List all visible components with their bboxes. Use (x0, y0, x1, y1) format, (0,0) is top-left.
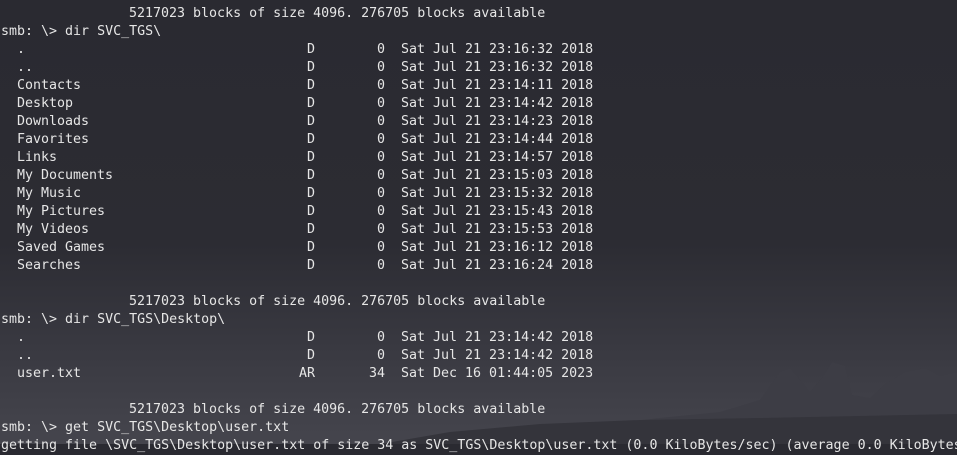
listing-row: Favorites D 0 Sat Jul 21 23:14:44 2018 (1, 131, 957, 149)
entry-attr: D (306, 240, 315, 255)
entry-attr: D (306, 114, 315, 129)
entry-size: 0 (376, 186, 385, 201)
entry-size: 0 (376, 78, 385, 93)
entry-size: 34 (368, 366, 385, 381)
entry-size: 0 (376, 222, 385, 237)
entry-date: Sat Jul 21 23:14:11 2018 (401, 78, 594, 93)
listing-row: .. D 0 Sat Jul 21 23:14:42 2018 (1, 347, 957, 365)
entry-date: Sat Jul 21 23:16:24 2018 (401, 258, 594, 273)
listing-row: Downloads D 0 Sat Jul 21 23:14:23 2018 (1, 113, 957, 131)
entry-date: Sat Dec 16 01:44:05 2023 (401, 366, 594, 381)
listing-row: My Music D 0 Sat Jul 21 23:15:32 2018 (1, 185, 957, 203)
command-line: smb: \> dir SVC_TGS\ (1, 23, 957, 41)
prompt: smb: \> (1, 312, 66, 327)
entry-name: . (17, 330, 26, 345)
entry-attr: D (306, 78, 315, 93)
entry-size: 0 (376, 60, 385, 75)
entry-date: Sat Jul 21 23:16:32 2018 (401, 60, 594, 75)
listing-row: My Videos D 0 Sat Jul 21 23:15:53 2018 (1, 221, 957, 239)
entry-size: 0 (376, 42, 385, 57)
entry-name: Searches (17, 258, 82, 273)
entry-name: Desktop (17, 96, 74, 111)
entry-attr: D (306, 222, 315, 237)
prompt: smb: \> (1, 420, 66, 435)
entry-size: 0 (376, 258, 385, 273)
command: dir SVC_TGS\ (65, 24, 162, 39)
command: dir SVC_TGS\Desktop\ (65, 312, 226, 327)
entry-attr: D (306, 60, 315, 75)
blocks-info-line: 5217023 blocks of size 4096. 276705 bloc… (129, 6, 546, 21)
entry-name: My Documents (17, 168, 114, 183)
entry-name: Links (17, 150, 58, 165)
entry-name: user.txt (17, 366, 82, 381)
entry-date: Sat Jul 21 23:14:23 2018 (401, 114, 594, 129)
entry-name: Downloads (17, 114, 90, 129)
directory-listing: . D 0 Sat Jul 21 23:14:42 2018.. D 0 Sat Jul 2… (1, 329, 957, 383)
entry-attr: D (306, 132, 315, 147)
command-line: smb: \> dir SVC_TGS\Desktop\ (1, 311, 957, 329)
blocks-info-line: 5217023 blocks of size 4096. 276705 bloc… (129, 402, 546, 417)
listing-row: Contacts D 0 Sat Jul 21 23:14:11 2018 (1, 77, 957, 95)
entry-attr: D (306, 168, 315, 183)
listing-row: Saved Games D 0 Sat Jul 21 23:16:12 2018 (1, 239, 957, 257)
listing-row: .. D 0 Sat Jul 21 23:16:32 2018 (1, 59, 957, 77)
command-line: smb: \> get SVC_TGS\Desktop\user.txt (1, 419, 957, 437)
entry-attr: D (306, 330, 315, 345)
terminal-output: 5217023 blocks of size 4096. 276705 bloc… (1, 5, 957, 455)
entry-date: Sat Jul 21 23:14:57 2018 (401, 150, 594, 165)
entry-date: Sat Jul 21 23:15:43 2018 (401, 204, 594, 219)
prompt: smb: \> (1, 24, 66, 39)
entry-size: 0 (376, 240, 385, 255)
entry-name: . (17, 42, 26, 57)
entry-date: Sat Jul 21 23:14:42 2018 (401, 96, 594, 111)
listing-row: Links D 0 Sat Jul 21 23:14:57 2018 (1, 149, 957, 167)
entry-name: My Music (17, 186, 82, 201)
entry-attr: D (306, 348, 315, 363)
entry-date: Sat Jul 21 23:14:44 2018 (401, 132, 594, 147)
get-output-line: getting file \SVC_TGS\Desktop\user.txt o… (1, 438, 957, 453)
entry-name: Contacts (17, 78, 82, 93)
entry-name: .. (17, 60, 34, 75)
entry-size: 0 (376, 96, 385, 111)
entry-date: Sat Jul 21 23:15:32 2018 (401, 186, 594, 201)
entry-size: 0 (376, 204, 385, 219)
entry-name: Favorites (17, 132, 90, 147)
entry-attr: AR (298, 366, 315, 381)
listing-row: user.txt AR 34 Sat Dec 16 01:44:05 2023 (1, 365, 957, 383)
command: get SVC_TGS\Desktop\user.txt (65, 420, 290, 435)
entry-size: 0 (376, 150, 385, 165)
entry-date: Sat Jul 21 23:14:42 2018 (401, 330, 594, 345)
listing-row: . D 0 Sat Jul 21 23:16:32 2018 (1, 41, 957, 59)
entry-attr: D (306, 186, 315, 201)
entry-date: Sat Jul 21 23:16:32 2018 (401, 42, 594, 57)
entry-size: 0 (376, 168, 385, 183)
entry-name: My Pictures (17, 204, 106, 219)
entry-attr: D (306, 258, 315, 273)
listing-row: My Documents D 0 Sat Jul 21 23:15:03 2018 (1, 167, 957, 185)
entry-date: Sat Jul 21 23:15:53 2018 (401, 222, 594, 237)
listing-row: Searches D 0 Sat Jul 21 23:16:24 2018 (1, 257, 957, 275)
entry-attr: D (306, 96, 315, 111)
entry-attr: D (306, 150, 315, 165)
entry-attr: D (306, 42, 315, 57)
entry-name: Saved Games (17, 240, 106, 255)
listing-row: Desktop D 0 Sat Jul 21 23:14:42 2018 (1, 95, 957, 113)
entry-name: .. (17, 348, 34, 363)
entry-name: My Videos (17, 222, 90, 237)
entry-size: 0 (376, 348, 385, 363)
entry-size: 0 (376, 114, 385, 129)
entry-size: 0 (376, 132, 385, 147)
blocks-info-line: 5217023 blocks of size 4096. 276705 bloc… (129, 294, 546, 309)
directory-listing: . D 0 Sat Jul 21 23:16:32 2018.. D 0 Sat Jul 2… (1, 41, 957, 275)
entry-size: 0 (376, 330, 385, 345)
listing-row: . D 0 Sat Jul 21 23:14:42 2018 (1, 329, 957, 347)
entry-date: Sat Jul 21 23:14:42 2018 (401, 348, 594, 363)
listing-row: My Pictures D 0 Sat Jul 21 23:15:43 2018 (1, 203, 957, 221)
entry-date: Sat Jul 21 23:16:12 2018 (401, 240, 594, 255)
entry-attr: D (306, 204, 315, 219)
entry-date: Sat Jul 21 23:15:03 2018 (401, 168, 594, 183)
